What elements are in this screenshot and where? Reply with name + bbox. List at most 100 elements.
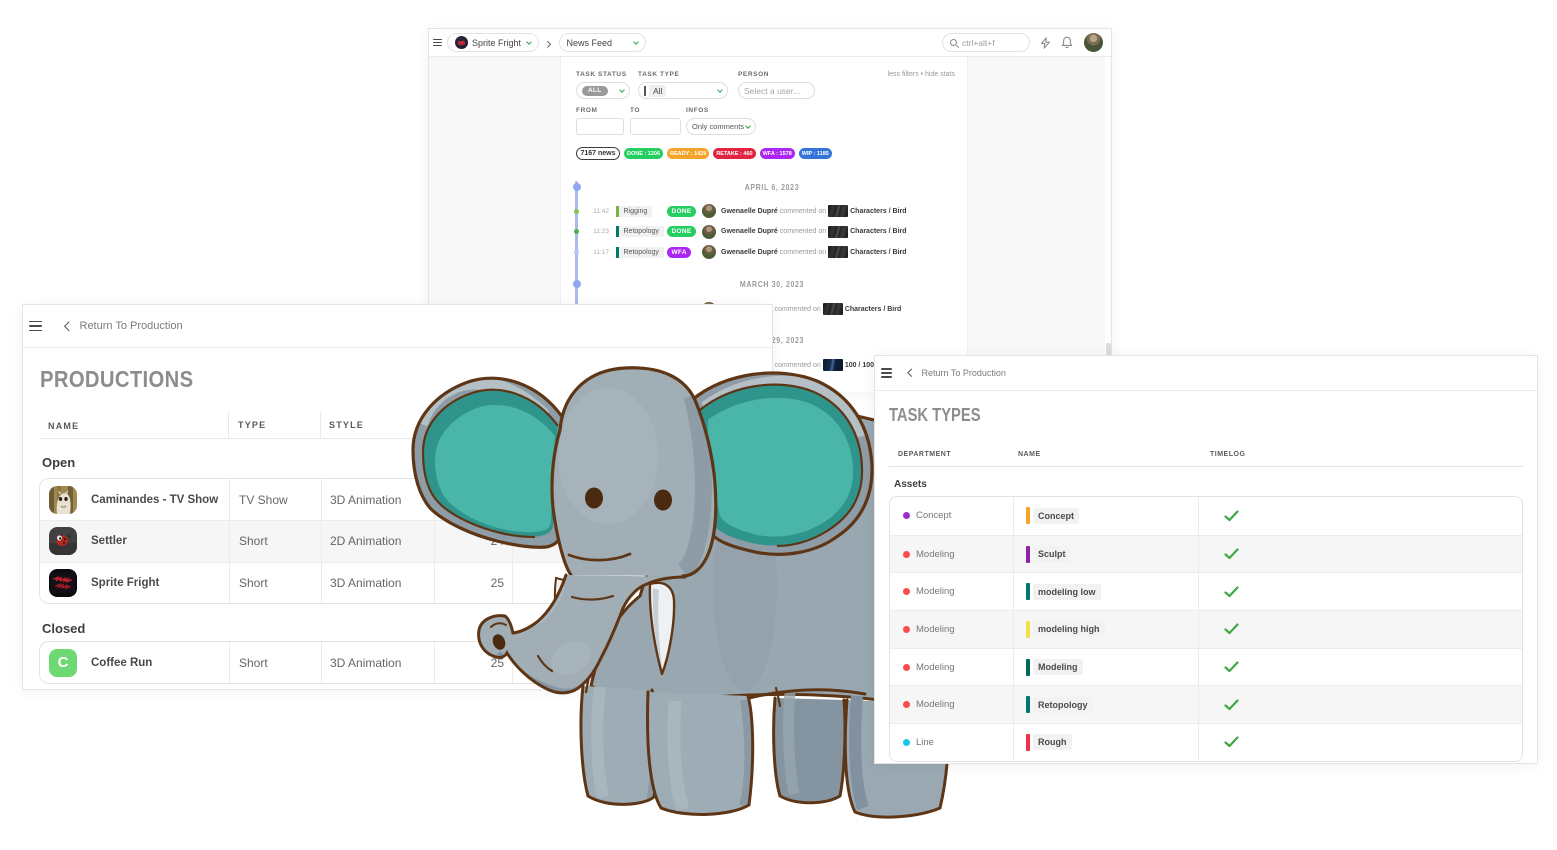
section-closed: Closed [42,621,85,636]
entry-time: 11:17 [589,249,609,256]
search-input[interactable]: ctrl+alt+f [942,33,1030,52]
task-type-select[interactable]: All [638,82,728,99]
from-input[interactable] [576,118,624,135]
entry-thumbnail[interactable] [828,246,848,258]
entry-action: commented on [780,249,826,256]
task-status-label: TASK STATUS [576,71,627,78]
back-label: Return To Production [922,368,1006,378]
quick-actions-button[interactable] [1040,37,1051,49]
task-status-select[interactable]: ALL [576,82,630,99]
task-type-row[interactable]: Modeling modeling low [890,572,1522,610]
back-to-production-link[interactable]: Return To Production [66,320,183,332]
user-avatar[interactable] [1084,33,1103,52]
department-label: Modeling [916,699,955,710]
chevron-down-icon [717,87,723,93]
coffee-run-thumbnail: C [49,649,77,677]
entry-user[interactable]: Gwenaelle Dupré [721,249,778,256]
check-icon [1224,699,1239,711]
task-label: Retopology [619,226,664,237]
entry-action: commented on [780,228,826,235]
menu-icon[interactable] [881,368,892,378]
chevron-left-icon [65,321,74,330]
entry-time: 11:42 [589,208,609,215]
task-type-row[interactable]: Modeling Modeling [890,648,1522,686]
status-badge: DONE [667,226,696,237]
to-input[interactable] [630,118,681,135]
task-type-chip[interactable]: Rigging [616,206,652,217]
column-name: NAME [1018,451,1041,458]
notifications-button[interactable] [1061,36,1073,49]
entry-thumbnail[interactable] [828,205,848,217]
less-filters-link[interactable]: less filters • hide stats [888,71,955,78]
entry-target[interactable]: Characters / Bird [850,228,906,235]
timeline-dot [574,250,579,255]
task-color-bar [1026,583,1030,600]
production-select[interactable]: Sprite Fright [447,33,539,52]
task-type-chip[interactable]: Retopology [616,247,664,258]
production-type: Short [239,576,268,590]
person-label: PERSON [738,71,769,78]
from-label: FROM [576,107,598,114]
entry-user[interactable]: Gwenaelle Dupré [721,208,778,215]
task-label: Rigging [619,206,653,217]
settler-thumbnail [49,527,77,555]
production-name: Sprite Fright [91,577,159,589]
infos-value: Only comments [692,122,744,131]
production-style: 3D Animation [330,493,401,507]
department-label: Line [916,737,934,748]
check-icon [1224,661,1239,673]
ready-badge[interactable]: READY : 1429 [667,148,709,159]
person-placeholder: Select a user... [744,86,800,96]
entry-user[interactable]: Gwenaelle Dupré [721,228,778,235]
avatar [702,225,716,239]
entry-thumbnail[interactable] [828,226,848,238]
news-count-badge[interactable]: 7167 news [576,147,620,160]
entry-target[interactable]: Characters / Bird [850,249,906,256]
menu-icon[interactable] [29,321,42,332]
task-type-label: TASK TYPE [638,71,679,78]
section-select[interactable]: News Feed [559,33,646,52]
stage: Sprite Fright News Feed ctrl+alt+f [0,0,1557,850]
task-type-name: Concept [1033,508,1079,524]
task-type-row[interactable]: Modeling Sculpt [890,535,1522,573]
infos-select[interactable]: Only comments [686,118,756,135]
task-color-bar [1026,546,1030,563]
bell-icon [1061,36,1073,49]
department-dot [903,664,910,671]
task-type-chip[interactable]: Retopology [616,226,664,237]
task-type-name: modeling low [1033,584,1101,600]
chevron-down-icon [526,39,532,45]
task-type-name: Modeling [1033,659,1083,675]
entry-target[interactable]: Characters / Bird [845,306,901,313]
wfa-badge[interactable]: WFA : 1578 [760,148,795,159]
entry-target[interactable]: Characters / Bird [850,208,906,215]
chevron-left-icon [908,369,916,377]
menu-icon[interactable] [433,39,442,46]
task-type-name: Sculpt [1033,546,1071,562]
scrollbar[interactable] [1105,57,1111,392]
wip-badge[interactable]: WIP : 1185 [799,148,832,159]
check-icon [1224,548,1239,560]
department-dot [903,701,910,708]
person-input[interactable]: Select a user... [738,82,815,99]
done-badge[interactable]: DONE : 1206 [624,148,663,159]
task-type-row[interactable]: Modeling modeling high [890,610,1522,648]
department-label: Concept [916,510,951,521]
department-label: Modeling [916,662,955,673]
stats-badges: 7167 news DONE : 1206 READY : 1429 RETAK… [576,147,832,160]
production-select-value: Sprite Fright [472,38,521,48]
task-type-row[interactable]: Concept Concept [890,497,1522,535]
task-color-bar [1026,659,1030,676]
timeline-dot [574,229,579,234]
entry-thumbnail[interactable] [823,303,843,315]
sprite-fright-thumbnail [49,569,77,597]
lightning-icon [1041,37,1049,47]
back-to-production-link[interactable]: Return To Production [909,368,1006,378]
status-badge: WFA [667,247,691,258]
entry-text: Gwenaelle Dupré commented on Characters … [721,205,907,217]
task-type-row[interactable]: Modeling Retopology [890,685,1522,723]
task-type-row[interactable]: Line Rough [890,723,1522,761]
department-dot [903,551,910,558]
task-type-value: All [649,85,666,97]
retake-badge[interactable]: RETAKE : 460 [713,148,755,159]
